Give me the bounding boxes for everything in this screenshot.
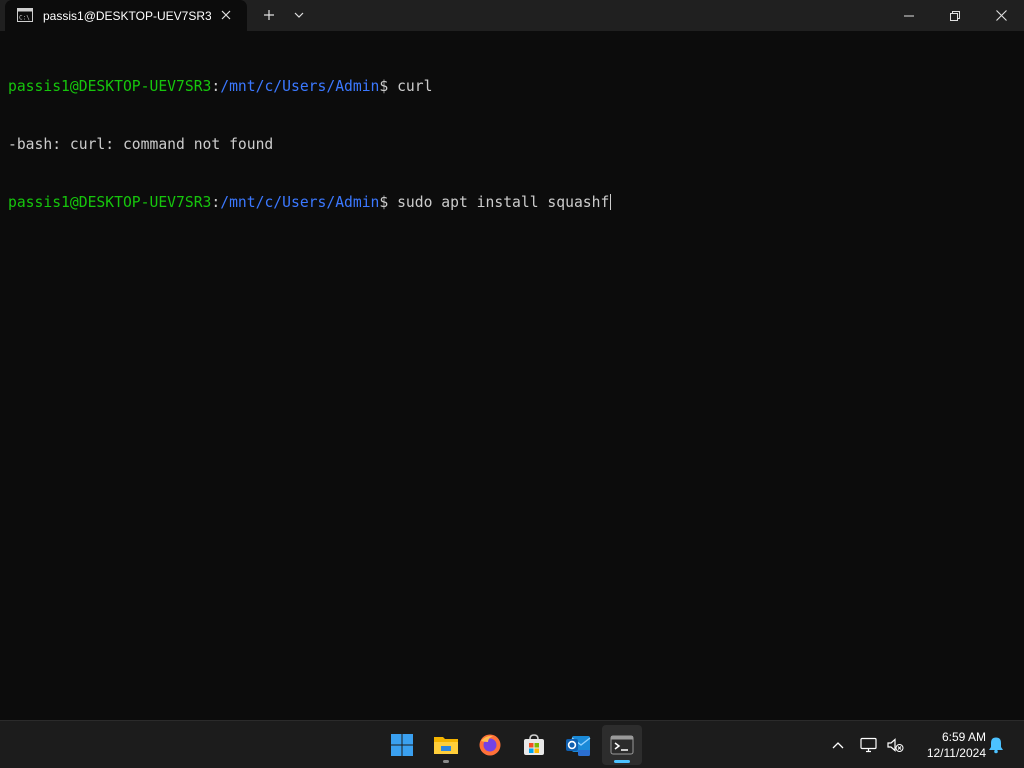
prompt-symbol: $ [379,78,398,96]
terminal-output: passis1@DESKTOP-UEV7SR3:/mnt/c/Users/Adm… [8,39,612,250]
minimize-icon [904,15,914,16]
microsoft-store-button[interactable] [514,725,554,765]
terminal-icon [610,735,634,755]
terminal-button[interactable] [602,725,642,765]
notification-bell-icon [989,737,1003,754]
prompt-user: passis1@DESKTOP-UEV7SR3 [8,193,212,211]
show-hidden-icons-button[interactable] [830,733,846,757]
network-icon [860,737,877,753]
minimize-button[interactable] [886,0,932,31]
firefox-button[interactable] [470,725,510,765]
clock-time: 6:59 AM [941,730,986,744]
text-cursor [610,193,612,210]
volume-muted-icon [887,738,904,752]
plus-icon[interactable] [258,5,280,25]
network-button[interactable] [858,733,880,757]
file-explorer-icon [434,737,458,754]
terminal-icon: C:\ [17,8,33,22]
prompt-separator: : [211,193,221,211]
terminal-line: passis1@DESKTOP-UEV7SR3:/mnt/c/Users/Adm… [8,193,612,212]
notification-button[interactable] [986,733,1006,757]
command-input[interactable]: sudo apt install squashf [397,194,609,211]
restore-button[interactable] [932,0,978,31]
clock[interactable]: 6:59 AM 12/11/2024 [914,729,986,761]
close-icon[interactable] [217,6,235,24]
close-window-button[interactable] [978,0,1024,31]
taskbar: 6:59 AM 12/11/2024 [0,720,1024,768]
file-explorer-button[interactable] [426,725,466,765]
tab-terminal[interactable]: C:\ passis1@DESKTOP-UEV7SR3: / [5,0,247,31]
outlook-new-button[interactable] [558,725,598,765]
clock-date: 12/11/2024 [926,746,986,760]
svg-text:C:\: C:\ [19,15,30,22]
command-text: curl [397,78,433,96]
start-icon [391,734,413,756]
tab-title: passis1@DESKTOP-UEV7SR3: / [43,9,211,23]
prompt-path: /mnt/c/Users/Admin [220,193,380,211]
terminal-pane[interactable]: passis1@DESKTOP-UEV7SR3:/mnt/c/Users/Adm… [0,31,1024,720]
chevron-down-icon[interactable] [288,5,310,25]
firefox-icon [479,734,501,756]
terminal-line: -bash: curl: command not found [8,135,611,154]
prompt-separator: : [211,78,221,96]
microsoft-store-icon [524,734,544,755]
outlook-new-icon [566,736,591,756]
close-icon [995,10,1007,21]
prompt-symbol: $ [379,193,398,211]
start-button[interactable] [382,725,422,765]
title-bar: C:\ passis1@DESKTOP-UEV7SR3: / [0,0,1024,31]
prompt-path: /mnt/c/Users/Admin [220,78,380,96]
output-text: -bash: curl: command not found [8,136,274,153]
terminal-line: passis1@DESKTOP-UEV7SR3:/mnt/c/Users/Adm… [8,77,611,96]
volume-button[interactable] [884,733,906,757]
prompt-user: passis1@DESKTOP-UEV7SR3 [8,78,212,96]
restore-icon [950,10,960,21]
chevron-up-icon [832,742,844,749]
